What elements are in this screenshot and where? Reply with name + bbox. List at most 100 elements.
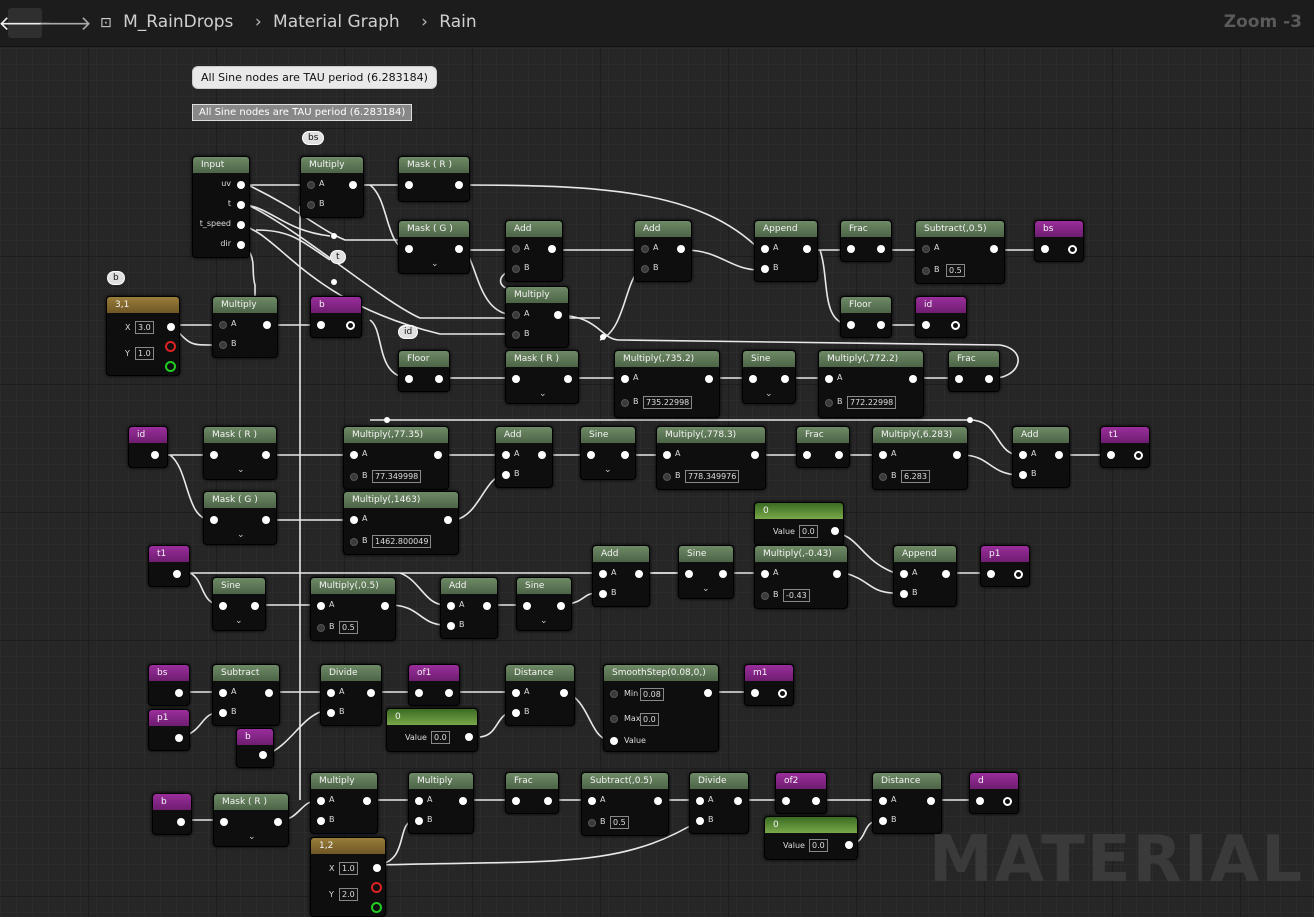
output-pin[interactable]	[262, 516, 270, 524]
input-pin[interactable]	[350, 473, 358, 481]
divide-node[interactable]: Divide A B	[689, 772, 749, 834]
input-pin[interactable]	[976, 797, 984, 805]
input-pin[interactable]	[317, 321, 325, 329]
value-field[interactable]: 0.0	[431, 731, 450, 744]
named-reroute-t1-in[interactable]: t1	[148, 545, 190, 587]
chevron-down-icon[interactable]: ⌄	[540, 616, 548, 626]
input-pin[interactable]	[641, 265, 649, 273]
output-pin[interactable]	[557, 602, 565, 610]
input-pin[interactable]	[512, 797, 520, 805]
value-field[interactable]: 6.283	[901, 470, 930, 483]
named-reroute-id-in[interactable]: id	[128, 426, 168, 468]
named-reroute-t1[interactable]: t1	[1100, 426, 1150, 468]
arrow-left-icon[interactable]: 🡐	[0, 8, 52, 38]
value-field[interactable]: 2.0	[339, 888, 358, 901]
output-pin[interactable]	[909, 375, 917, 383]
value-field[interactable]: -0.43	[783, 589, 810, 602]
input-pin[interactable]	[502, 471, 510, 479]
input-node[interactable]: Input uv t t_speed dir	[192, 156, 250, 258]
output-pin[interactable]	[363, 797, 371, 805]
subtract-node[interactable]: Subtract(,0.5) A B 0.5	[915, 220, 1005, 284]
chevron-down-icon[interactable]: ⌄	[765, 389, 773, 399]
comment-box[interactable]: All Sine nodes are TAU period (6.283184)	[192, 104, 413, 121]
frac-node[interactable]: Frac	[948, 350, 1000, 392]
mask-g-node[interactable]: Mask ( G ) ⌄	[203, 491, 277, 545]
output-pin[interactable]	[237, 221, 245, 229]
multiply-node[interactable]: Multiply A B	[300, 156, 364, 218]
output-pin[interactable]	[444, 516, 452, 524]
input-pin[interactable]	[219, 689, 227, 697]
constant-node[interactable]: 0 Value 0.0	[386, 708, 478, 752]
named-reroute-b-in[interactable]: b	[236, 728, 274, 768]
mask-r-node[interactable]: Mask ( R ) ⌄	[505, 350, 579, 404]
output-pin[interactable]	[1068, 245, 1077, 254]
floor-node[interactable]: Floor	[840, 296, 892, 338]
input-pin[interactable]	[610, 690, 618, 698]
output-pin[interactable]	[465, 733, 473, 741]
output-pin[interactable]	[704, 689, 712, 697]
output-pin[interactable]	[1014, 570, 1023, 579]
output-pin[interactable]	[812, 797, 820, 805]
input-pin[interactable]	[405, 181, 413, 189]
named-reroute-b-in[interactable]: b	[152, 793, 192, 835]
output-pin[interactable]	[927, 797, 935, 805]
input-pin[interactable]	[621, 375, 629, 383]
output-pin[interactable]	[167, 323, 175, 331]
output-pin[interactable]	[538, 451, 546, 459]
input-pin[interactable]	[210, 451, 218, 459]
value-field[interactable]: 772.22998	[847, 396, 897, 409]
output-pin[interactable]	[237, 241, 245, 249]
output-pin[interactable]	[177, 818, 185, 826]
output-pin[interactable]	[985, 375, 993, 383]
output-pin[interactable]	[990, 245, 998, 253]
input-pin[interactable]	[663, 473, 671, 481]
output-pin-g[interactable]	[165, 361, 176, 372]
input-pin[interactable]	[588, 819, 596, 827]
input-pin[interactable]	[879, 817, 887, 825]
add-node[interactable]: Add A B	[1012, 426, 1070, 488]
breadcrumb-asset[interactable]: M_RainDrops	[123, 12, 233, 32]
output-pin[interactable]	[237, 181, 245, 189]
chevron-down-icon[interactable]: ⌄	[235, 616, 243, 626]
output-pin[interactable]	[781, 375, 789, 383]
input-pin[interactable]	[307, 201, 315, 209]
named-reroute-bs[interactable]: bs	[1034, 220, 1084, 262]
value-field[interactable]: 778.349976	[685, 470, 740, 483]
input-pin[interactable]	[987, 570, 995, 578]
output-pin[interactable]	[151, 451, 159, 459]
input-pin[interactable]	[922, 245, 930, 253]
add-node[interactable]: Add A B	[495, 426, 553, 488]
mask-g-node[interactable]: Mask ( G ) ⌄	[398, 220, 470, 274]
value-field[interactable]: 0.0	[799, 525, 818, 538]
output-pin[interactable]	[734, 797, 742, 805]
input-pin[interactable]	[317, 624, 325, 632]
input-pin[interactable]	[317, 797, 325, 805]
multiply-node[interactable]: Multiply(,6.283) A B 6.283	[872, 426, 968, 490]
breadcrumb-function[interactable]: Rain	[439, 12, 476, 32]
bubble-bs[interactable]: bs	[302, 131, 325, 145]
output-pin[interactable]	[1134, 451, 1143, 460]
input-pin[interactable]	[219, 341, 227, 349]
output-pin[interactable]	[877, 245, 885, 253]
bubble-id[interactable]: id	[398, 325, 419, 339]
mask-r-node[interactable]: Mask ( R )	[398, 156, 470, 202]
value-field[interactable]: 0.0	[809, 839, 828, 852]
bubble-b[interactable]: b	[107, 271, 125, 285]
frac-node[interactable]: Frac	[840, 220, 892, 262]
chevron-down-icon[interactable]: ⌄	[702, 584, 710, 594]
output-pin[interactable]	[483, 602, 491, 610]
value-field[interactable]: 0.0	[640, 713, 659, 726]
output-pin[interactable]	[175, 689, 183, 697]
output-pin[interactable]	[554, 311, 562, 319]
output-pin[interactable]	[953, 451, 961, 459]
value-field[interactable]: 0.08	[640, 688, 664, 701]
input-pin[interactable]	[327, 689, 335, 697]
multiply-node[interactable]: Multiply(,772.2) A B 772.22998	[818, 350, 924, 418]
input-pin[interactable]	[447, 602, 455, 610]
output-pin[interactable]	[621, 451, 629, 459]
constant2vector-node[interactable]: 3,1 X 3.0 Y 1.0	[106, 296, 180, 376]
input-pin[interactable]	[350, 538, 358, 546]
divide-node[interactable]: Divide A B	[320, 664, 382, 726]
value-field[interactable]: 0.5	[339, 621, 358, 634]
input-pin[interactable]	[761, 592, 769, 600]
